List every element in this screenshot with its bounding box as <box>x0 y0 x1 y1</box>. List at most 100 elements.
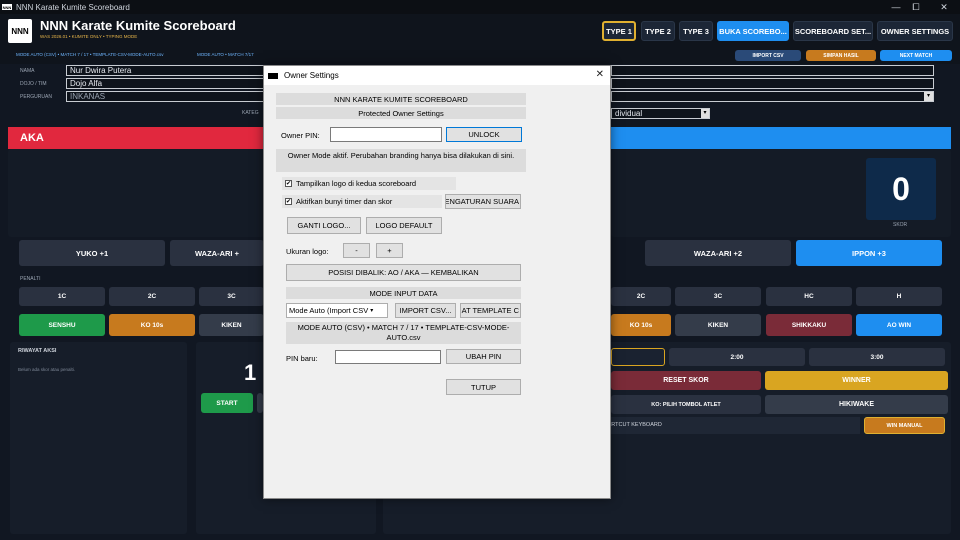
app-logo: NNN <box>8 19 32 43</box>
logo-default-button[interactable]: LOGO DEFAULT <box>366 217 442 234</box>
mode-status: MODE AUTO (CSV) • MATCH 7 / 17 • TEMPLAT… <box>286 322 521 344</box>
show-logo-checkbox[interactable]: ✔ Tampilkan logo di kedua scoreboard <box>282 177 456 190</box>
tutup-button[interactable]: TUTUP <box>446 379 521 395</box>
show-logo-label: Tampilkan logo di kedua scoreboard <box>296 179 417 188</box>
nav-buka-scoreboard[interactable]: BUKA SCOREBO... <box>717 21 789 41</box>
nama-label: NAMA <box>20 68 35 74</box>
logo-size-minus-button[interactable]: - <box>343 243 370 258</box>
sound-settings-button[interactable]: ENGATURAN SUARA <box>445 194 521 209</box>
minimize-button[interactable]: — <box>886 0 906 14</box>
ubah-pin-button[interactable]: UBAH PIN <box>446 349 521 364</box>
next-match-button[interactable]: NEXT MATCH <box>880 50 952 61</box>
nav-type1[interactable]: TYPE 1 <box>602 21 636 41</box>
perguruan-field-right[interactable] <box>611 91 934 102</box>
owner-pin-input[interactable] <box>330 127 442 142</box>
ganti-logo-button[interactable]: GANTI LOGO... <box>287 217 361 234</box>
kategori-label: KATEG <box>242 110 259 116</box>
unlock-button[interactable]: UNLOCK <box>446 127 522 142</box>
ao-shikkaku-button[interactable]: SHIKKAKU <box>766 314 852 336</box>
aka-waza-ari-button[interactable]: WAZA-ARI + <box>170 240 264 266</box>
checkbox-check-icon: ✔ <box>285 180 292 187</box>
hikiwake-button[interactable]: HIKIWAKE <box>765 395 948 414</box>
dialog-app-icon <box>268 72 278 79</box>
riwayat-title: RIWAYAT AKSI <box>18 348 57 354</box>
aka-yuko-button[interactable]: YUKO +1 <box>19 240 165 266</box>
riwayat-empty: Belum ada skor atau penalti. <box>18 367 76 372</box>
close-icon[interactable]: ✕ <box>596 69 604 80</box>
ao-score: 0 <box>866 158 936 220</box>
shortcut-keyboard[interactable]: ORTCUT KEYBOARD <box>605 417 860 434</box>
app-subtitle: WAS 2026.01 • KUMITE ONLY • TYPING MODE <box>40 34 138 39</box>
dojo-label: DOJO / TIM <box>20 81 47 87</box>
aka-kiken-button[interactable]: KIKEN <box>199 314 264 336</box>
match-info: MODE AUTO (CSV) • MATCH 7 / 17 • TEMPLAT… <box>16 52 164 57</box>
aka-panel <box>8 149 264 237</box>
ao-win-button[interactable]: AO WIN <box>856 314 942 336</box>
logo-size-plus-button[interactable]: + <box>376 243 403 258</box>
owner-mode-notice: Owner Mode aktif. Perubahan branding han… <box>276 149 526 172</box>
timer-preset-selected[interactable] <box>611 348 665 366</box>
penalti-label: PENALTI <box>20 276 41 282</box>
aka-penalty-2c[interactable]: 2C <box>109 287 195 306</box>
dialog-header: NNN KARATE KUMITE SCOREBOARD <box>276 93 526 105</box>
nama-field[interactable]: Nur Dwira Putera <box>66 65 264 76</box>
win-manual-button[interactable]: WIN MANUAL <box>864 417 945 434</box>
dialog-subheader: Protected Owner Settings <box>276 107 526 119</box>
dialog-title: Owner Settings <box>284 71 339 80</box>
ao-waza-ari-button[interactable]: WAZA-ARI +2 <box>645 240 791 266</box>
perguruan-field[interactable]: INKANAS <box>66 91 264 102</box>
dojo-field-right[interactable] <box>611 78 934 89</box>
window-titlebar: NNN NNN Karate Kumite Scoreboard <box>0 0 960 14</box>
save-result-button[interactable]: SIMPAN HASIL <box>806 50 876 61</box>
chevron-down-icon[interactable]: ▾ <box>924 92 933 101</box>
chevron-down-icon: ▾ <box>370 308 374 314</box>
ao-penalty-3c[interactable]: 3C <box>675 287 761 306</box>
nav-scoreboard-settings[interactable]: SCOREBOARD SET... <box>793 21 873 41</box>
nav-type3[interactable]: TYPE 3 <box>679 21 713 41</box>
winner-button[interactable]: WINNER <box>765 371 948 390</box>
app-title: NNN Karate Kumite Scoreboard <box>40 18 236 33</box>
start-button[interactable]: START <box>201 393 253 413</box>
template-csv-button[interactable]: AT TEMPLATE C <box>460 303 521 318</box>
import-csv-button[interactable]: IMPORT CSV <box>735 50 801 61</box>
ao-penalty-2c[interactable]: 2C <box>611 287 671 306</box>
timer-display: 1 <box>244 360 257 385</box>
chevron-down-icon[interactable]: ▾ <box>701 109 709 118</box>
aka-penalty-1c[interactable]: 1C <box>19 287 105 306</box>
mode-input-select-value: Mode Auto (Import CSV <box>289 306 369 315</box>
timer-preset-2min[interactable]: 2:00 <box>669 348 805 366</box>
owner-settings-dialog: Owner Settings ✕ NNN KARATE KUMITE SCORE… <box>263 65 611 499</box>
ukuran-logo-label: Ukuran logo: <box>286 246 329 256</box>
import-csv-dialog-button[interactable]: IMPORT CSV... <box>395 303 456 318</box>
mode-input-header: MODE INPUT DATA <box>286 287 521 299</box>
kategori-select[interactable]: dividual <box>611 108 710 119</box>
mode-info: MODE AUTO • MATCH 7/17 <box>197 52 254 57</box>
ao-kiken-button[interactable]: KIKEN <box>675 314 761 336</box>
pin-baru-label: PIN baru: <box>286 353 318 363</box>
aka-penalty-3c[interactable]: 3C <box>199 287 264 306</box>
pin-baru-input[interactable] <box>335 350 441 364</box>
perguruan-label: PERGURUAN <box>20 94 52 100</box>
checkbox-check-icon: ✔ <box>285 198 292 205</box>
enable-sound-checkbox[interactable]: ✔ Aktifkan bunyi timer dan skor <box>282 195 442 208</box>
window-title: NNN Karate Kumite Scoreboard <box>16 2 130 12</box>
dojo-field[interactable]: Dojo Alfa <box>66 78 264 89</box>
nav-type2[interactable]: TYPE 2 <box>641 21 675 41</box>
ao-score-label: SKOR <box>893 222 908 228</box>
aka-ko-button[interactable]: KO 10s <box>109 314 195 336</box>
mode-input-select[interactable]: Mode Auto (Import CSV ▾ <box>286 303 388 318</box>
nav-owner-settings[interactable]: OWNER SETTINGS <box>877 21 953 41</box>
maximize-button[interactable]: ⧠ <box>906 0 926 14</box>
timer-preset-3min[interactable]: 3:00 <box>809 348 945 366</box>
enable-sound-label: Aktifkan bunyi timer dan skor <box>296 197 393 206</box>
nama-field-right[interactable] <box>611 65 934 76</box>
ao-penalty-h[interactable]: H <box>856 287 942 306</box>
posisi-dibalik-button[interactable]: POSISI DIBALIK: AO / AKA — KEMBALIKAN <box>286 264 521 281</box>
aka-senshu-button[interactable]: SENSHU <box>19 314 105 336</box>
ao-penalty-hc[interactable]: HC <box>766 287 852 306</box>
app-icon: NNN <box>2 4 12 10</box>
close-window-button[interactable]: ✕ <box>934 0 954 14</box>
ao-ippon-button[interactable]: IPPON +3 <box>796 240 942 266</box>
reset-score-button[interactable]: RESET SKOR <box>611 371 761 390</box>
ao-ko-button[interactable]: KO 10s <box>611 314 671 336</box>
